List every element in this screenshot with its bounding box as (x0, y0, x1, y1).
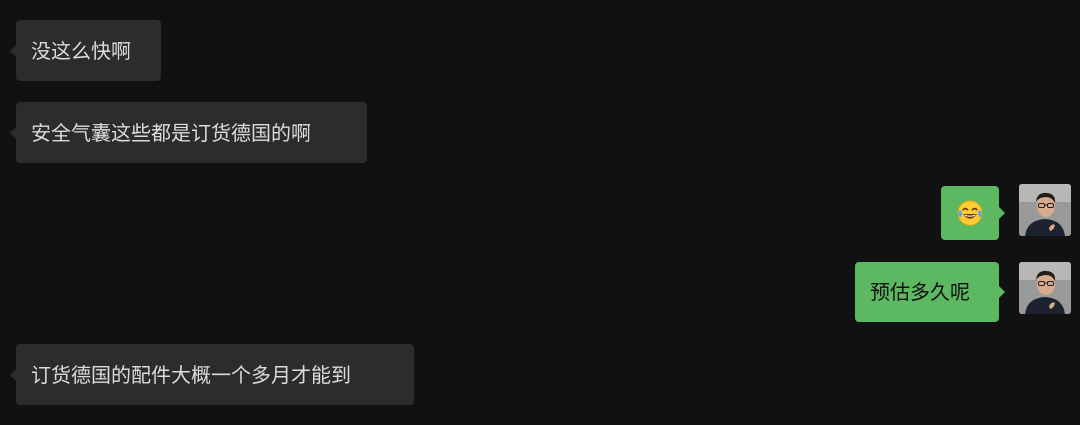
avatar-photo (1019, 184, 1071, 236)
user-avatar[interactable] (1019, 184, 1071, 236)
outgoing-message-bubble[interactable]: 预估多久呢 (855, 262, 1005, 322)
message-text: 订货德国的配件大概一个多月才能到 (31, 362, 351, 387)
message-text: 预估多久呢 (870, 280, 970, 304)
outgoing-message-bubble[interactable] (941, 186, 1005, 240)
message-text: 没这么快啊 (31, 38, 131, 63)
incoming-message-bubble[interactable]: 订货德国的配件大概一个多月才能到 (10, 344, 414, 405)
face-with-tears-of-joy-icon (957, 200, 983, 226)
message-text: 安全气囊这些都是订货德国的啊 (31, 120, 311, 145)
incoming-message-bubble[interactable]: 安全气囊这些都是订货德国的啊 (10, 102, 367, 163)
avatar-photo (1019, 262, 1071, 314)
user-avatar[interactable] (1019, 262, 1071, 314)
incoming-message-bubble[interactable]: 没这么快啊 (10, 20, 161, 81)
chat-message-list: 没这么快啊 安全气囊这些都是订货德国的啊 预估多久呢 订货德国的配件大概一个多月… (0, 0, 1080, 425)
